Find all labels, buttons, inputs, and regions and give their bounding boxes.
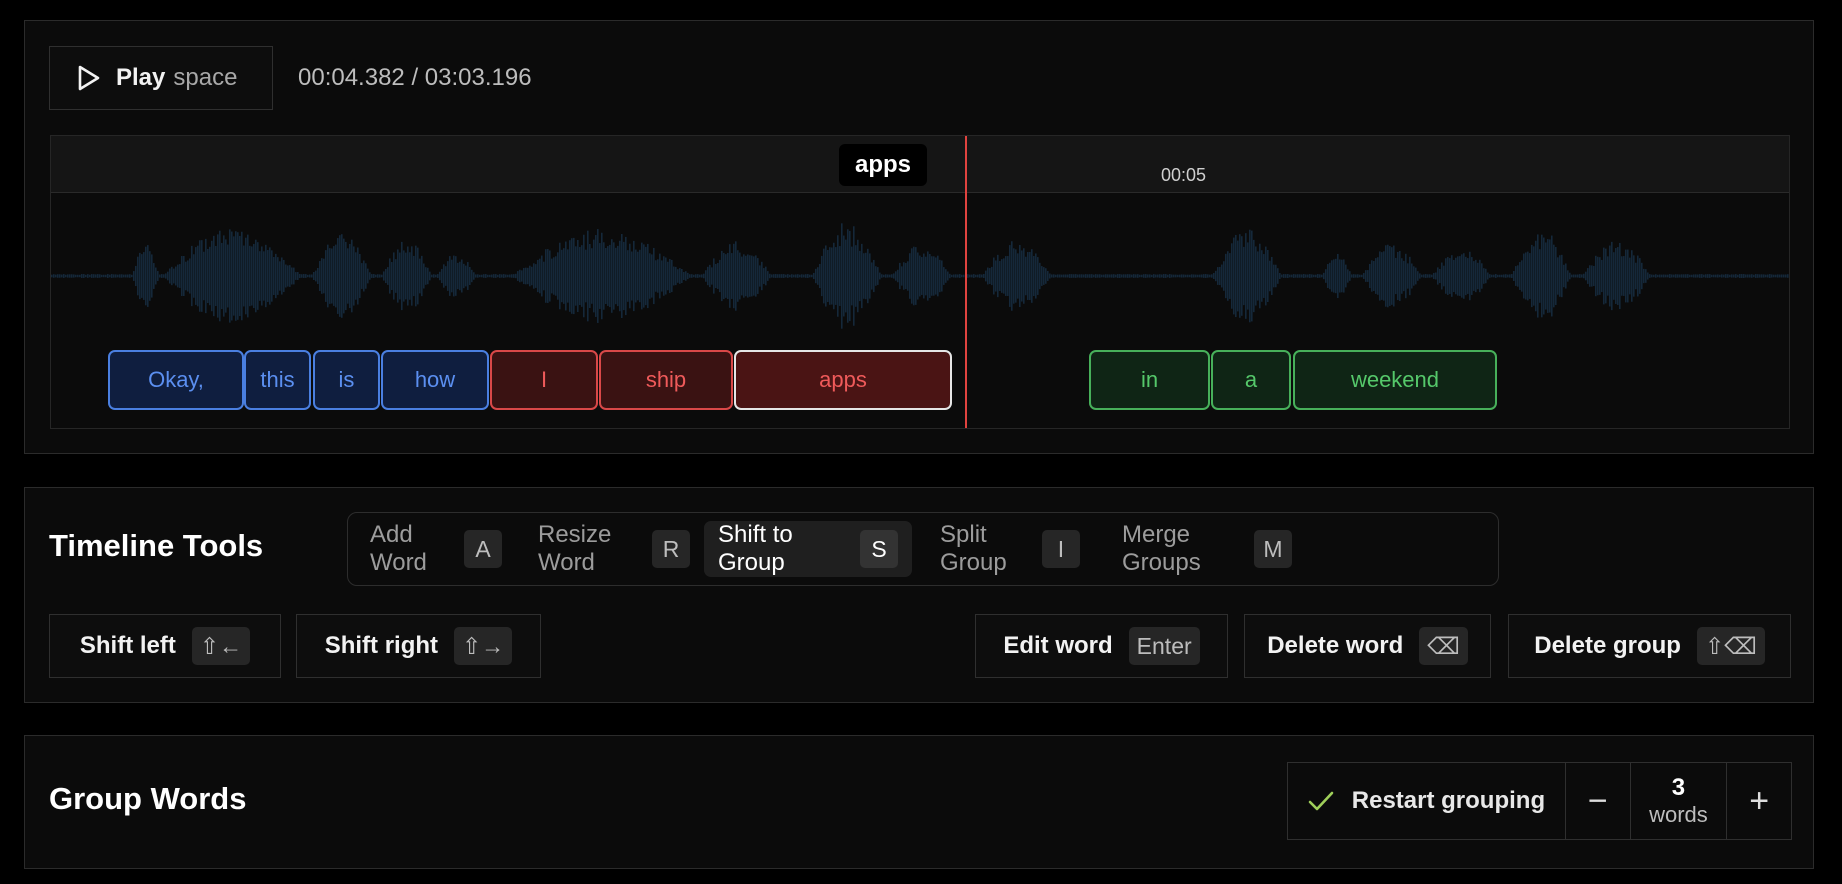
words-per-group-count: 3 words <box>1631 763 1728 839</box>
timeline[interactable]: 00:05 Okay, this is how Iship apps in a weekend … <box>50 135 1790 429</box>
delete-word-label: Delete word <box>1267 632 1403 660</box>
shift-right-shortcut: ⇧→ <box>454 627 512 665</box>
shift-right-label: Shift right <box>325 632 438 660</box>
edit-word-shortcut: Enter <box>1129 627 1200 665</box>
tool-shortcut: M <box>1254 530 1292 568</box>
word-chip[interactable]: a <box>1211 350 1291 410</box>
word-chip[interactable]: in <box>1089 350 1210 410</box>
shift-right-button[interactable]: Shift right ⇧→ <box>296 614 541 678</box>
waveform <box>51 196 1789 356</box>
time-readout: 00:04.382 / 03:03.196 <box>298 64 532 92</box>
delete-group-shortcut: ⇧⌫ <box>1697 627 1765 665</box>
tool-shortcut: R <box>652 530 690 568</box>
grouping-controls: Restart grouping − 3 words + <box>1287 762 1792 840</box>
play-icon <box>76 64 102 92</box>
tool-mode-selector: Add Word A Resize Word R Shift to Group S Spli… <box>347 512 1499 586</box>
group-words-title: Group Words <box>49 781 246 817</box>
word-chip[interactable]: I <box>490 350 598 410</box>
group-words-panel: Group Words Restart grouping − 3 words + <box>24 735 1814 869</box>
tool-label: Merge Groups <box>1122 521 1238 577</box>
timeline-tools-panel: Timeline Tools Add Word A Resize Word R Shif… <box>24 487 1814 703</box>
delete-word-button[interactable]: Delete word ⌫ <box>1244 614 1491 678</box>
shift-left-shortcut: ⇧← <box>192 627 250 665</box>
play-label: Play <box>116 64 165 92</box>
delete-group-button[interactable]: Delete group ⇧⌫ <box>1508 614 1791 678</box>
tool-split-group[interactable]: Split Group I <box>926 521 1094 577</box>
check-icon <box>1308 790 1334 812</box>
player-panel: Play space 00:04.382 / 03:03.196 00:05 O… <box>24 20 1814 454</box>
count-unit: words <box>1649 802 1708 828</box>
tool-resize-word[interactable]: Resize Word R <box>524 521 704 577</box>
word-chip[interactable]: ship <box>599 350 733 410</box>
play-button[interactable]: Play space <box>49 46 273 110</box>
tool-shortcut: S <box>860 530 898 568</box>
tool-label: Shift to Group <box>718 521 844 577</box>
edit-word-label: Edit word <box>1003 632 1112 660</box>
shift-left-label: Shift left <box>80 632 176 660</box>
timeline-tools-title: Timeline Tools <box>49 528 263 564</box>
play-shortcut-hint: space <box>173 64 237 92</box>
shift-left-button[interactable]: Shift left ⇧← <box>49 614 281 678</box>
word-chip[interactable]: how <box>381 350 489 410</box>
playhead[interactable] <box>965 136 967 428</box>
restart-grouping-button[interactable]: Restart grouping <box>1288 763 1566 839</box>
delete-group-label: Delete group <box>1534 632 1681 660</box>
count-value: 3 <box>1672 774 1685 802</box>
current-word-label: apps <box>839 144 927 186</box>
tool-merge-groups[interactable]: Merge Groups M <box>1108 521 1306 577</box>
decrease-count-button[interactable]: − <box>1566 763 1631 839</box>
word-chip[interactable]: weekend <box>1293 350 1497 410</box>
tool-shift-to-group[interactable]: Shift to Group S <box>704 521 912 577</box>
restart-grouping-label: Restart grouping <box>1352 787 1545 815</box>
delete-word-shortcut: ⌫ <box>1419 627 1468 665</box>
tool-label: Add Word <box>370 521 448 577</box>
tool-add-word[interactable]: Add Word A <box>356 521 516 577</box>
tool-shortcut: A <box>464 530 502 568</box>
word-chip[interactable]: this <box>244 350 311 410</box>
tool-label: Resize Word <box>538 521 636 577</box>
word-chip[interactable]: Okay, <box>108 350 244 410</box>
ruler-tick-label: 00:05 <box>1161 165 1206 186</box>
tool-label: Split Group <box>940 521 1026 577</box>
tool-shortcut: I <box>1042 530 1080 568</box>
word-chip[interactable]: apps <box>734 350 952 410</box>
increase-count-button[interactable]: + <box>1727 763 1791 839</box>
edit-word-button[interactable]: Edit word Enter <box>975 614 1228 678</box>
word-chip[interactable]: is <box>313 350 380 410</box>
